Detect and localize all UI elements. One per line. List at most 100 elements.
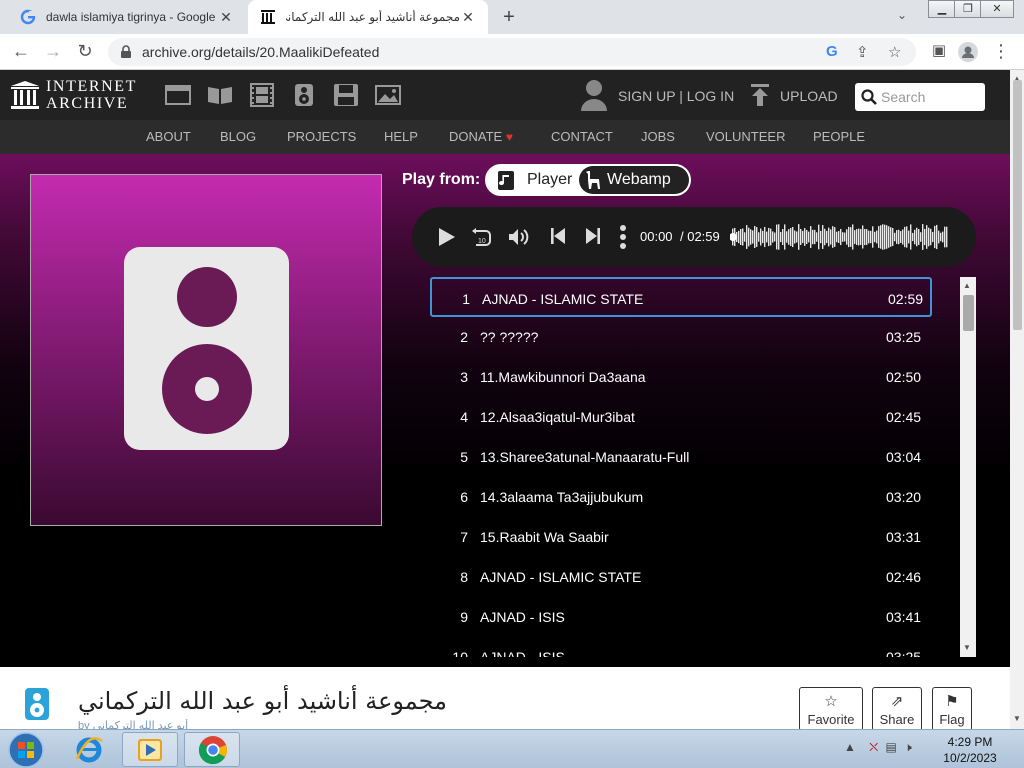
track-row[interactable]: 1 AJNAD - ISLAMIC STATE 02:59 [430,277,932,317]
taskbar-clock[interactable]: 4:29 PM 10/2/2023 [930,734,1010,766]
share-page-icon[interactable]: ⇪ [856,43,869,61]
google-lens-icon[interactable]: G [826,43,838,60]
playlist-scrollbar[interactable]: ▲ ▼ [960,277,976,657]
scrubber-knob[interactable] [730,233,737,241]
tray-expand-arrow-icon[interactable]: ▲ [844,740,856,754]
user-icon[interactable] [580,79,608,111]
audio-player-controls: 10 00:00 / 02:59 [412,207,976,267]
url-text[interactable]: archive.org/details/20.MaalikiDefeated [142,44,379,60]
window-minimize-button[interactable]: ▁ [928,0,956,18]
browser-menu-icon[interactable]: ⋮ [990,41,1012,62]
internet-archive-logo-icon[interactable] [10,80,40,110]
waveform-bar [746,225,748,249]
tab-search-chevron-icon[interactable]: ⌄ [897,8,907,22]
network-warning-icon[interactable]: ⛌ [869,740,878,754]
browser-tab-google[interactable]: dawla islamiya tigrinya - Google S ✕ [8,0,246,34]
web-icon[interactable] [165,83,191,107]
upload-link[interactable]: UPLOAD [780,88,838,104]
bookmark-star-icon[interactable]: ☆ [888,43,901,61]
images-icon[interactable] [375,83,401,107]
nav-about[interactable]: ABOUT [146,129,191,144]
video-icon[interactable] [249,83,275,107]
track-row[interactable]: 9 AJNAD - ISIS 03:41 [430,597,932,637]
forward-arrow-icon[interactable]: → [42,41,64,62]
track-row[interactable]: 3 11.Mawkibunnori Da3aana 02:50 [430,357,932,397]
search-input[interactable]: Search [855,83,985,111]
nav-volunteer[interactable]: VOLUNTEER [706,129,785,144]
page-scroll-thumb[interactable] [1013,80,1022,330]
windows-start-button[interactable] [6,731,46,768]
nav-projects[interactable]: PROJECTS [287,129,356,144]
nav-donate[interactable]: DONATE ♥ [449,129,513,144]
audio-icon[interactable] [291,83,317,107]
taskbar-internet-explorer[interactable] [62,732,118,767]
volume-muted-icon[interactable]: 🕨 [904,740,912,754]
page-scrollbar[interactable]: ▲ ▼ [1010,70,1024,729]
favorite-label: Favorite [807,712,855,727]
upload-icon[interactable] [750,83,770,107]
share-button[interactable]: ⇗ Share [872,687,922,731]
tab-close-button[interactable]: ✕ [460,9,476,26]
side-panel-icon[interactable]: ▣ [928,41,950,59]
flag-button[interactable]: ⚑ Flag [932,687,972,731]
next-track-icon[interactable] [585,227,601,245]
nav-contact[interactable]: CONTACT [551,129,613,144]
texts-icon[interactable] [207,83,233,107]
track-row[interactable]: 4 12.Alsaa3iqatul-Mur3ibat 02:45 [430,397,932,437]
track-number: 8 [460,569,468,585]
new-tab-button[interactable]: + [498,6,520,29]
previous-track-icon[interactable] [550,227,566,245]
signup-login-link[interactable]: SIGN UP | LOG IN [618,88,734,104]
window-close-button[interactable]: ✕ [980,0,1014,18]
taskbar-media-player[interactable] [122,732,178,767]
waveform-bar [858,228,860,246]
track-row[interactable]: 8 AJNAD - ISLAMIC STATE 02:46 [430,557,932,597]
music-player-icon [498,171,514,190]
volume-icon[interactable] [508,227,530,247]
reload-icon[interactable]: ↻ [74,41,96,62]
nav-jobs[interactable]: JOBS [641,129,675,144]
lock-icon[interactable] [120,45,132,59]
taskbar-chrome[interactable] [184,732,240,767]
internet-archive-wordmark[interactable]: INTERNET ARCHIVE [46,78,137,112]
more-options-icon[interactable] [618,224,628,250]
nav-people[interactable]: PEOPLE [813,129,865,144]
nav-blog[interactable]: BLOG [220,129,256,144]
nav-help[interactable]: HELP [384,129,418,144]
back-arrow-icon[interactable]: ← [10,41,32,62]
webamp-option[interactable]: Webamp [579,166,689,194]
waveform-scrubber[interactable] [730,219,948,255]
profile-avatar-icon[interactable] [958,42,978,62]
waveform-bar [842,232,844,242]
favorite-button[interactable]: ☆ Favorite [799,687,863,731]
action-center-icon[interactable]: ▤ [886,740,897,754]
track-row[interactable]: 10 AJNAD - ISIS 03:25 [430,637,932,657]
webamp-label: Webamp [607,171,671,188]
scroll-down-arrow-icon[interactable]: ▼ [1013,714,1021,723]
waveform-bar [742,228,744,246]
play-from-label: Play from: [402,171,481,188]
waveform-bar [872,226,874,248]
track-playlist: 1 AJNAD - ISLAMIC STATE 02:59 2 ?? ?????… [430,277,952,657]
search-icon[interactable] [861,89,877,105]
track-row[interactable]: 5 13.Sharee3atunal-Manaaratu-Full 03:04 [430,437,932,477]
player-option[interactable]: Player [487,166,579,194]
waveform-bar [838,230,840,244]
play-icon[interactable] [438,227,456,247]
track-row[interactable]: 7 15.Raabit Wa Saabir 03:31 [430,517,932,557]
software-icon[interactable] [333,83,359,107]
track-number: 5 [460,449,468,465]
browser-tab-strip: dawla islamiya tigrinya - Google S ✕ مجم… [0,0,1024,34]
tab-close-button[interactable]: ✕ [218,9,234,26]
track-row[interactable]: 6 14.3alaama Ta3ajjubukum 03:20 [430,477,932,517]
window-restore-button[interactable]: ❐ [954,0,982,18]
item-creator-line[interactable]: by أبو عبد الله التركماني [78,719,188,729]
scroll-up-arrow-icon[interactable]: ▲ [963,281,971,290]
scroll-down-arrow-icon[interactable]: ▼ [963,643,971,652]
playlist-scroll-thumb[interactable] [963,295,974,331]
browser-tab-archive[interactable]: مجموعة أناشيد أبو عبد الله التركماني : أ… [248,0,488,34]
address-bar[interactable]: archive.org/details/20.MaalikiDefeated G… [108,38,916,66]
track-row[interactable]: 2 ?? ????? 03:25 [430,317,932,357]
waveform-bar [864,228,866,246]
rewind-10-icon[interactable]: 10 [470,227,492,247]
